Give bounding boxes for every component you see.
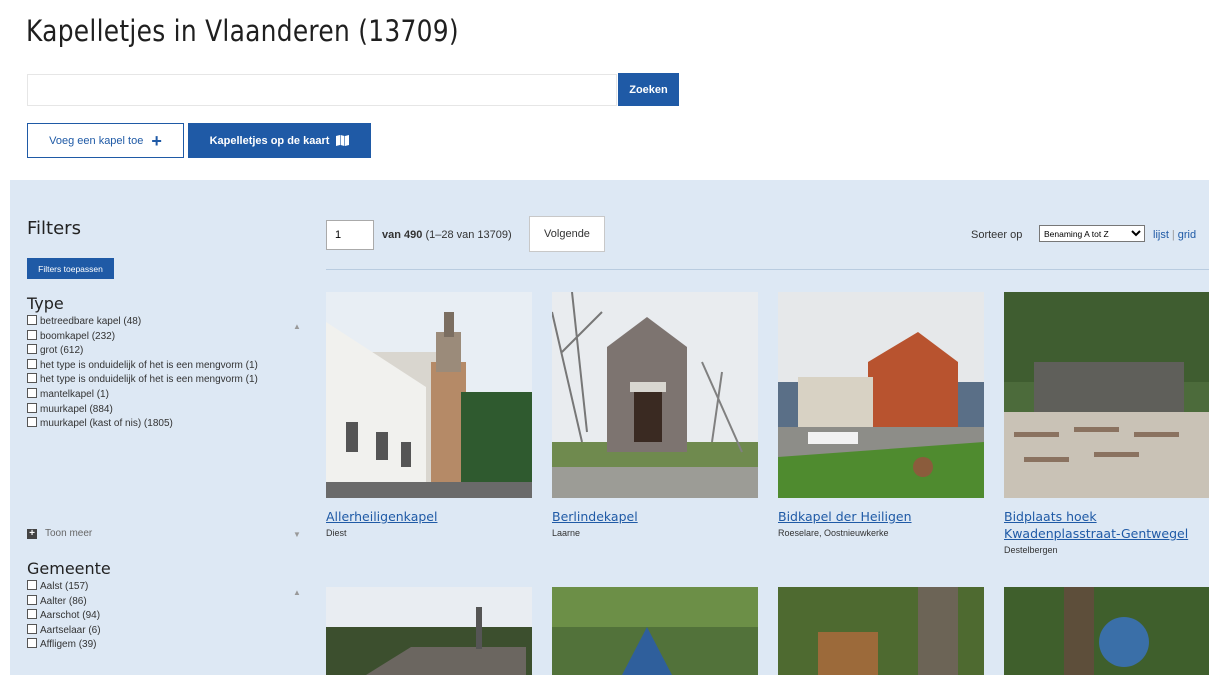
chapel-photo[interactable] (778, 292, 984, 498)
gemeente-option[interactable]: Affligem (39) (27, 638, 292, 653)
checkbox[interactable] (27, 344, 37, 355)
facet-type: Type betreedbare kapel (48) boomkapel (23… (27, 294, 292, 432)
map-button[interactable]: Kapelletjes op de kaart (188, 123, 371, 158)
result-title[interactable]: Bidplaats hoek Kwadenplasstraat-Gentwege… (1004, 508, 1209, 542)
type-option[interactable]: muurkapel (kast of nis) (1805) (27, 417, 292, 432)
chapel-photo[interactable] (326, 587, 532, 675)
result-title[interactable]: Bidkapel der Heiligen (778, 508, 984, 525)
checkbox[interactable] (27, 373, 37, 384)
gemeente-option[interactable]: Aalter (86) (27, 594, 292, 610)
results-divider (326, 269, 1209, 270)
result-place: Diest (326, 528, 347, 538)
page-info: van 490 (1–28 van 13709) (382, 229, 512, 241)
facet-type-scroll-down[interactable]: ▼ (293, 530, 301, 539)
view-grid-link[interactable]: grid (1178, 229, 1196, 241)
chapel-photo[interactable] (326, 292, 532, 498)
checkbox[interactable] (27, 594, 37, 605)
checkbox[interactable] (27, 329, 37, 340)
gemeente-option-label: Affligem (39) (40, 639, 97, 651)
checkbox[interactable] (27, 638, 37, 649)
result-title[interactable]: Allerheiligenkapel (326, 508, 532, 525)
show-more-label: Toon meer (45, 528, 93, 539)
checkbox[interactable] (27, 623, 37, 634)
search-input[interactable] (27, 74, 617, 106)
chapel-photo[interactable] (778, 587, 984, 675)
result-card[interactable]: Bidplaats hoek Kwadenplasstraat-Gentwege… (1004, 292, 1209, 555)
type-option-label: muurkapel (kast of nis) (1805) (40, 418, 173, 430)
result-card-partial[interactable] (552, 587, 758, 675)
type-option-label: boomkapel (232) (40, 330, 116, 342)
view-toggle: lijst | grid (1153, 229, 1196, 241)
result-card-partial[interactable] (1004, 587, 1209, 675)
checkbox[interactable] (27, 358, 37, 369)
chapel-photo[interactable] (552, 292, 758, 498)
result-card[interactable]: Bidkapel der Heiligen Roeselare, Oostnie… (778, 292, 984, 538)
result-card-partial[interactable] (778, 587, 984, 675)
checkbox[interactable] (27, 609, 37, 620)
type-option-label: het type is onduidelijk of het is een me… (40, 374, 258, 386)
map-icon (336, 135, 350, 146)
facet-gemeente-list: Aalst (157) Aalter (86) Aarschot (94) Aarts… (27, 580, 292, 653)
facet-type-scroll-up[interactable]: ▲ (293, 322, 301, 331)
map-button-label: Kapelletjes op de kaart (209, 134, 330, 147)
gemeente-option[interactable]: Aarschot (94) (27, 609, 292, 624)
result-place: Destelbergen (1004, 545, 1058, 555)
apply-filters-button[interactable]: Filters toepassen (27, 258, 114, 279)
add-chapel-label: Voeg een kapel toe (49, 134, 144, 147)
checkbox[interactable] (27, 387, 37, 398)
result-card[interactable]: Allerheiligenkapel Diest (326, 292, 532, 538)
filters-heading: Filters (27, 218, 81, 239)
page-title: Kapelletjes in Vlaanderen (13709) (26, 14, 459, 48)
checkbox[interactable] (27, 315, 37, 325)
type-option[interactable]: het type is onduidelijk of het is een me… (27, 373, 292, 388)
type-option[interactable]: mantelkapel (1) (27, 387, 292, 403)
result-card-partial[interactable] (326, 587, 532, 675)
facet-gemeente-heading: Gemeente (27, 559, 111, 578)
sort-label: Sorteer op (971, 229, 1023, 241)
search-button[interactable]: Zoeken (618, 73, 679, 106)
gemeente-option[interactable]: Aalst (157) (27, 580, 292, 595)
expand-icon: + (27, 528, 37, 539)
sort-select[interactable]: Benaming A tot Z (1039, 225, 1145, 242)
page-number-input[interactable] (326, 220, 374, 250)
chapel-photo[interactable] (1004, 587, 1209, 675)
add-chapel-button[interactable]: Voeg een kapel toe + (27, 123, 184, 158)
type-option[interactable]: het type is onduidelijk of het is een me… (27, 358, 292, 374)
type-option[interactable]: boomkapel (232) (27, 329, 292, 345)
plus-icon: + (151, 130, 162, 151)
type-option[interactable]: grot (612) (27, 344, 292, 359)
chapel-photo[interactable] (1004, 292, 1209, 498)
result-card[interactable]: Berlindekapel Laarne (552, 292, 758, 538)
type-option[interactable]: muurkapel (884) (27, 402, 292, 418)
checkbox[interactable] (27, 580, 37, 590)
checkbox[interactable] (27, 402, 37, 413)
view-separator: | (1171, 229, 1175, 241)
gemeente-option-label: Aalst (157) (40, 581, 89, 592)
type-option-label: betreedbare kapel (48) (40, 316, 142, 327)
gemeente-option-label: Aarschot (94) (40, 610, 101, 622)
chapel-photo[interactable] (552, 587, 758, 675)
type-option-label: muurkapel (884) (40, 403, 113, 415)
type-option-label: mantelkapel (1) (40, 388, 109, 400)
facet-gemeente: Gemeente Aalst (157) Aalter (86) Aarschot … (27, 559, 292, 653)
type-option[interactable]: betreedbare kapel (48) (27, 315, 292, 330)
page-range: (1–28 van 13709) (425, 229, 512, 241)
view-list-link[interactable]: lijst (1153, 229, 1169, 241)
gemeente-option-label: Aartselaar (6) (40, 624, 101, 636)
checkbox[interactable] (27, 417, 37, 428)
result-place: Laarne (552, 528, 581, 538)
gemeente-option-label: Aalter (86) (40, 595, 87, 607)
facet-type-list: betreedbare kapel (48) boomkapel (232) gro… (27, 315, 292, 432)
facet-type-heading: Type (27, 294, 64, 313)
type-option-label: grot (612) (40, 345, 84, 357)
show-more-button[interactable]: + Toon meer (27, 528, 92, 539)
page-count: van 490 (382, 229, 423, 241)
type-option-label: het type is onduidelijk of het is een me… (40, 359, 258, 371)
result-place: Roeselare, Oostnieuwkerke (778, 528, 889, 538)
gemeente-option[interactable]: Aartselaar (6) (27, 623, 292, 639)
result-title[interactable]: Berlindekapel (552, 508, 758, 525)
facet-gemeente-scroll-up[interactable]: ▲ (293, 588, 301, 597)
next-page-button[interactable]: Volgende (529, 216, 605, 252)
